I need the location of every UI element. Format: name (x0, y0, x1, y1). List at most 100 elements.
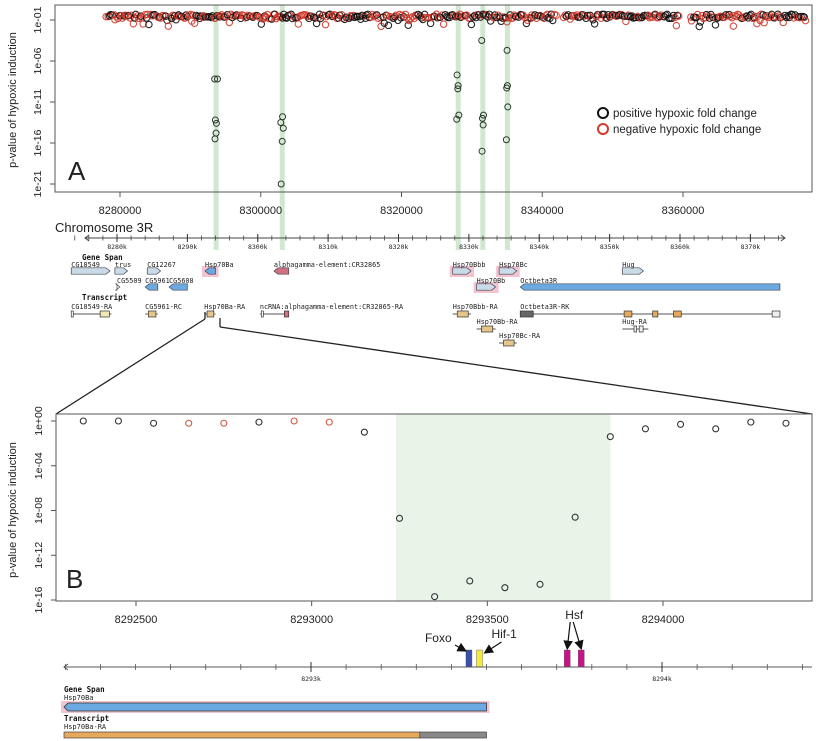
motif-hsf (564, 649, 571, 668)
overview-ruler-label: 8350k (600, 243, 620, 251)
b-point-negative (290, 417, 298, 425)
a-x-axis-label: Chromosome 3R (55, 220, 153, 235)
b-y-tick-label: 1e-04 (33, 452, 45, 479)
genome-browser-zoom: Foxo Hif-1 Hsf 8293k 8294k Gene Span Hsp70B… (61, 608, 812, 739)
gene-span-label: CG5509 (117, 277, 142, 285)
transcript-label: ncRNA:alphagamma-element:CR32865-RA (260, 303, 403, 311)
a-y-tick-label: 1e-16 (32, 129, 44, 156)
transcript-label: CG5961-RC (145, 303, 182, 311)
a-highlight-region (504, 5, 510, 250)
panel-b: 1e+00 1e-04 1e-08 1e-12 1e-16 8292500 8293000… (7, 406, 813, 626)
zoom-transcript-title: Transcript (64, 714, 109, 723)
transcript-exon (147, 310, 157, 318)
b-y-ticks: 1e+00 1e-04 1e-08 1e-12 1e-16 (33, 406, 56, 613)
transcript-label: Octbeta3R-RK (520, 303, 570, 311)
a-highlight-region (455, 5, 461, 250)
a-y-ticks: 1e-01 1e-06 1e-11 1e-16 1e-21 (32, 6, 55, 197)
hif-1-arrow-icon (483, 641, 502, 654)
overview-ruler-label: 8290k (178, 243, 198, 251)
gene-span-label: Hug (622, 261, 634, 269)
foxo-arrow-icon (454, 642, 468, 652)
motif-hsf (578, 649, 585, 668)
a-panel-label: A (68, 156, 86, 186)
gene-span-label: CG18549 (71, 261, 100, 269)
a-x-tick-label: 8280000 (99, 205, 142, 217)
b-x-tick-label: 8294000 (642, 614, 685, 626)
zoom-ruler: 8293k 8294k (63, 662, 812, 683)
gene-span-label: trus (115, 261, 131, 269)
overview-transcript-title: Transcript (82, 293, 127, 302)
overview-gene-spans: CG18549 trus CG12267 Hsp70Ba alphagamma-elem… (70, 261, 781, 293)
a-y-tick-label: 1e-01 (32, 6, 44, 33)
a-point-positive (590, 20, 599, 28)
gene-span-label: CG5961 (145, 277, 170, 285)
gene-span-label: Hsp70Bbb (453, 261, 486, 269)
transcript-exon (638, 325, 644, 333)
zoom-transcript-utr (419, 731, 487, 739)
transcript-label: Hsp70Bb-RA (477, 318, 518, 326)
b-y-tick-label: 1e-12 (33, 542, 45, 569)
transcript-exon (771, 310, 781, 318)
a-y-tick-label: 1e-21 (32, 170, 44, 197)
hsf-arrow-icon (572, 621, 584, 651)
zoom-gene-span-title: Gene Span (64, 685, 105, 694)
b-highlight-region (395, 414, 611, 601)
overview-transcripts: CG18549-RA CG5961-RC Hsp70Ba-RA ncRNA:alpha… (70, 303, 781, 347)
a-y-tick-label: 1e-06 (32, 47, 44, 74)
transcript-label: CG18549-RA (71, 303, 112, 311)
b-x-tick-label: 8292500 (115, 614, 158, 626)
transcript-exon (503, 339, 515, 347)
a-point-negative (672, 21, 681, 30)
b-y-tick-label: 1e+00 (33, 406, 45, 436)
gene-span-label: alphagamma-element:CR32865 (274, 261, 380, 269)
a-x-ticks: 8280000 8300000 8320000 8340000 8360000 (99, 192, 705, 217)
b-x-tick-label: 8293000 (290, 614, 333, 626)
b-point-positive (114, 417, 122, 425)
zoom-ruler-label: 8294k (652, 675, 672, 683)
overview-ruler-label: 8330k (459, 243, 479, 251)
transcript-exon (206, 310, 215, 318)
b-point-positive (677, 420, 685, 428)
overview-ruler: 8280k 8290k 8300k 8310k 8320k 8330k 8340k 8350k… (74, 234, 786, 251)
b-point-negative (325, 418, 333, 426)
transcript-exon (481, 325, 494, 333)
gene-span-label: Hsp70Ba (205, 261, 234, 269)
transcript-exon (633, 325, 637, 333)
legend-marker-positive (597, 107, 609, 119)
transcript-label: Hsp70Bc-RA (499, 332, 540, 340)
b-point-positive (641, 425, 649, 433)
a-x-tick-label: 8320000 (380, 205, 423, 217)
b-x-ticks: 8292500 8293000 8293500 8294000 (115, 601, 685, 626)
b-point-positive (255, 418, 263, 426)
b-panel-label: B (66, 564, 83, 594)
overview-ruler-label: 8340k (529, 243, 549, 251)
legend-label-negative: negative hypoxic fold change (613, 124, 761, 136)
b-x-tick-label: 8293500 (466, 614, 509, 626)
b-point-positive (782, 419, 790, 427)
a-y-tick-label: 1e-11 (32, 89, 44, 115)
overview-ruler-label: 8310k (318, 243, 338, 251)
motif-label-foxo: Foxo (425, 631, 452, 645)
motif-foxo (465, 649, 473, 668)
a-point-positive (695, 22, 704, 31)
gene-span-label: CG12267 (147, 261, 176, 269)
zoom-gene-span-bar (61, 701, 490, 713)
transcript-exon (652, 310, 659, 318)
legend-label-positive: positive hypoxic fold change (613, 108, 757, 120)
genome-browser-overview: 8280k 8290k 8300k 8310k 8320k 8330k 8340k 8350k… (70, 234, 786, 347)
legend-marker-negative (597, 123, 609, 135)
zoom-transcript-bar (63, 731, 487, 739)
gene-span-label: Hsp70Bb (477, 277, 506, 285)
b-point-positive (79, 417, 87, 425)
transcript-label: Hug-RA (622, 318, 647, 326)
transcript-exon (99, 310, 110, 318)
a-point-negative (321, 20, 330, 29)
b-y-axis-label: p-value of hypoxic induction (7, 442, 19, 578)
figure: 1e-01 1e-06 1e-11 1e-16 1e-21 8280000 8300000… (7, 4, 813, 739)
overview-ruler-label: 8300k (248, 243, 268, 251)
b-point-positive (712, 425, 720, 433)
a-x-tick-label: 8360000 (662, 205, 705, 217)
motif-hif-1 (476, 649, 483, 668)
a-x-tick-label: 8340000 (521, 205, 564, 217)
motif-label-hsf: Hsf (565, 608, 584, 622)
